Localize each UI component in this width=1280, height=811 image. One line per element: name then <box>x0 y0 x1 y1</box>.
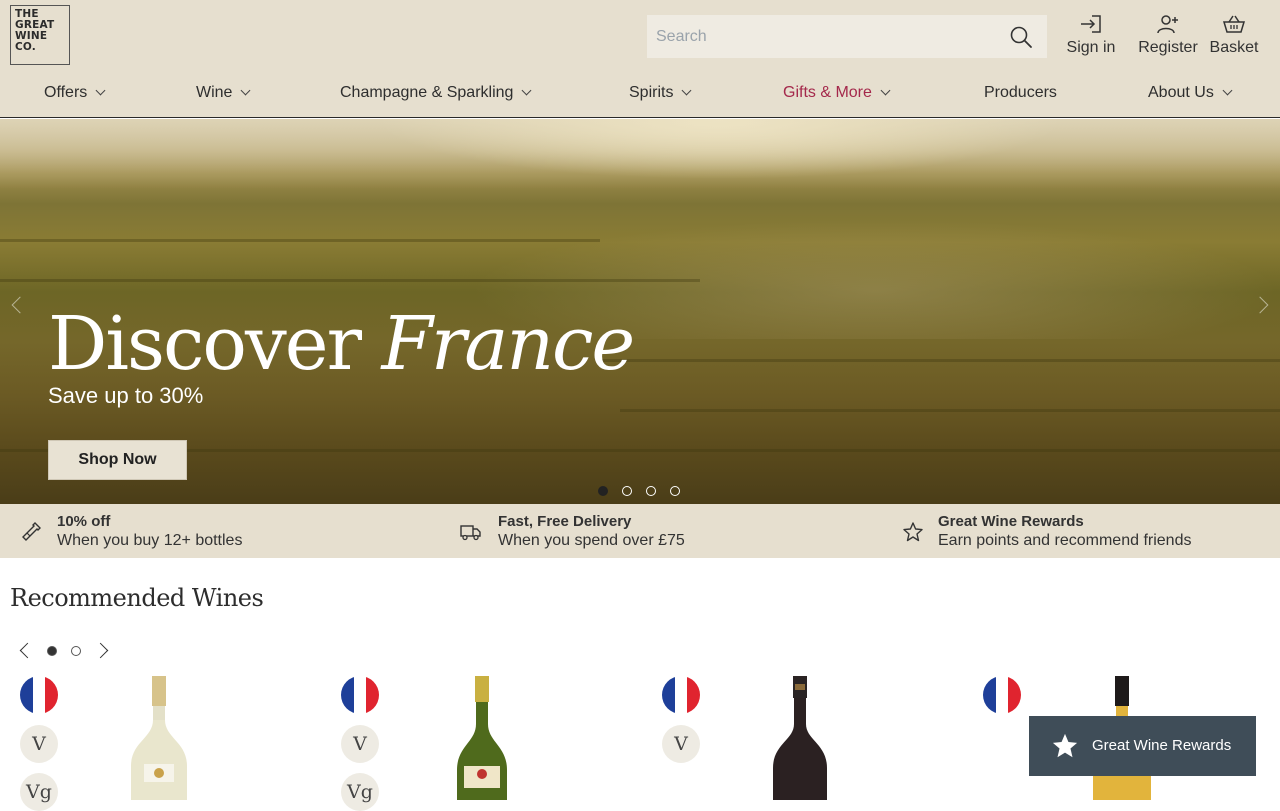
star-icon <box>1052 733 1078 758</box>
hero-subtitle: Save up to 30% <box>48 383 204 408</box>
nav-item-producers[interactable]: Producers <box>984 84 1057 102</box>
chevron-down-icon <box>880 85 891 96</box>
hero-banner[interactable]: Discover France Save up to 30% Shop Now <box>0 119 1280 504</box>
site-header: THE GREAT WINE CO. Sign in Register <box>0 0 1280 118</box>
usp-title: Fast, Free Delivery <box>498 513 632 530</box>
chevron-down-icon <box>521 85 532 96</box>
france-flag-icon <box>983 676 1021 714</box>
nav-label: About Us <box>1148 84 1214 101</box>
shop-now-button[interactable]: Shop Now <box>48 440 187 480</box>
search-icon[interactable] <box>1009 25 1033 49</box>
wine-bottle-icon <box>22 522 41 541</box>
nav-item-offers[interactable]: Offers <box>44 84 106 102</box>
hero-dot[interactable] <box>598 486 608 496</box>
hero-dot[interactable] <box>646 486 656 496</box>
rewards-widget-label: Great Wine Rewards <box>1092 737 1232 754</box>
hero-pagination <box>598 486 688 498</box>
vine-row <box>0 449 1280 452</box>
usp-text: When you buy 12+ bottles <box>57 532 243 549</box>
basket-label: Basket <box>1209 39 1259 56</box>
vine-row <box>600 359 1280 362</box>
search-bar <box>647 15 1047 58</box>
green-riesling-bottle <box>457 676 507 800</box>
site-logo[interactable]: THE GREAT WINE CO. <box>10 5 70 65</box>
logo-line: CO. <box>15 41 36 53</box>
vegetarian-badge: V <box>20 725 58 763</box>
register-label: Register <box>1138 39 1198 56</box>
chevron-down-icon <box>95 85 106 96</box>
chevron-down-icon <box>682 85 692 96</box>
nav-label: Spirits <box>629 84 674 101</box>
vine-row <box>0 239 600 242</box>
chevron-left-icon[interactable] <box>19 642 36 659</box>
rewards-widget-button[interactable]: Great Wine Rewards <box>1029 716 1256 776</box>
add-user-icon <box>1157 15 1178 34</box>
vegan-badge: Vg <box>341 773 379 811</box>
nav-label: Wine <box>196 84 233 101</box>
vegetarian-badge: V <box>341 725 379 763</box>
chevron-down-icon <box>1222 85 1233 96</box>
basket-icon <box>1222 15 1246 33</box>
france-flag-icon <box>20 676 58 714</box>
vegetarian-badge: V <box>662 725 700 763</box>
usp-text: When you spend over £75 <box>498 532 685 549</box>
nav-label: Offers <box>44 84 88 101</box>
vegan-badge: Vg <box>20 773 58 811</box>
nav-item-about-us[interactable]: About Us <box>1148 84 1233 102</box>
white-wine-bottle <box>131 676 187 800</box>
vine-row <box>0 279 700 282</box>
basket-button[interactable]: Basket <box>1206 14 1262 57</box>
star-icon <box>903 522 923 542</box>
usp-title: Great Wine Rewards <box>938 513 1084 530</box>
nav-label: Champagne & Sparkling <box>340 84 514 101</box>
hero-title-plain: Discover <box>48 301 362 387</box>
sign-in-icon <box>1081 15 1101 33</box>
product-card[interactable]: V Vg <box>341 676 661 811</box>
usp-bar: 10% off When you buy 12+ bottles Fast, F… <box>0 504 1280 558</box>
product-card[interactable]: V Vg <box>20 676 340 811</box>
hero-prev-icon[interactable] <box>11 296 29 314</box>
carousel-dot[interactable] <box>47 646 57 656</box>
usp-title: 10% off <box>57 513 111 530</box>
hero-title-italic: France <box>381 301 635 387</box>
usp-text: Earn points and recommend friends <box>938 532 1192 549</box>
nav-item-spirits[interactable]: Spirits <box>629 84 692 102</box>
main-nav: Offers Wine Champagne & Sparkling Spirit… <box>0 78 1280 112</box>
carousel-dot[interactable] <box>71 646 81 656</box>
red-wine-bottle <box>773 676 827 800</box>
chevron-down-icon <box>241 85 251 96</box>
hero-sky <box>0 119 1280 189</box>
register-button[interactable]: Register <box>1136 14 1200 57</box>
nav-item-gifts-more[interactable]: Gifts & More <box>783 84 891 102</box>
hero-title: Discover France <box>48 301 635 387</box>
hero-dot[interactable] <box>670 486 680 496</box>
nav-label: Producers <box>984 84 1057 101</box>
sign-in-label: Sign in <box>1066 39 1116 56</box>
chevron-right-icon[interactable] <box>92 642 109 659</box>
search-input[interactable] <box>647 15 997 58</box>
vine-row <box>620 409 1280 412</box>
france-flag-icon <box>341 676 379 714</box>
nav-item-wine[interactable]: Wine <box>196 84 251 102</box>
product-card[interactable]: V <box>662 676 982 800</box>
carousel-controls <box>18 641 118 661</box>
nav-item-champagne-sparkling[interactable]: Champagne & Sparkling <box>340 84 532 102</box>
nav-label: Gifts & More <box>783 84 872 101</box>
france-flag-icon <box>662 676 700 714</box>
section-title: Recommended Wines <box>10 584 264 612</box>
hero-dot[interactable] <box>622 486 632 496</box>
sign-in-button[interactable]: Sign in <box>1065 14 1117 57</box>
delivery-truck-icon <box>460 525 481 541</box>
